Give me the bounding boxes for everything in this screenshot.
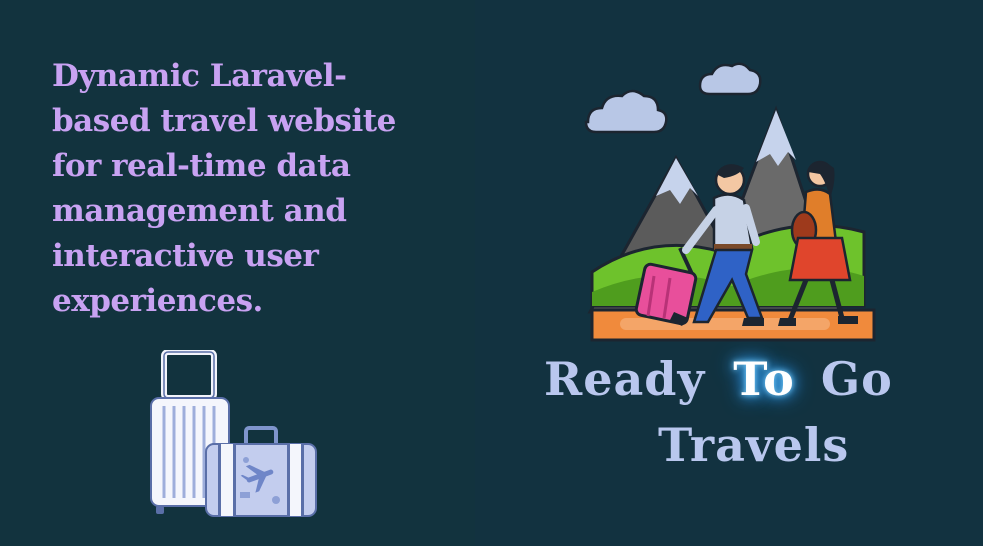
tagline-line: based travel website (52, 103, 396, 139)
tagline-line: experiences. (52, 283, 263, 319)
luggage-icon (150, 350, 317, 517)
brand-line-1: Ready To Go (544, 352, 893, 406)
cloud-icon (584, 62, 762, 134)
brand-word-to: To (733, 352, 795, 406)
tagline-line: for real-time data (52, 148, 351, 184)
brand-word-ready: Ready (544, 352, 706, 406)
tagline-line: Dynamic Laravel- (52, 58, 347, 94)
tagline: Dynamic Laravel- based travel website fo… (52, 54, 472, 324)
tagline-line: interactive user (52, 238, 319, 274)
tagline-line: management and (52, 193, 347, 229)
travelers-mountain-scene (584, 62, 876, 342)
brand-word-go: Go (820, 352, 893, 406)
brand-word-travels: Travels (658, 418, 850, 472)
